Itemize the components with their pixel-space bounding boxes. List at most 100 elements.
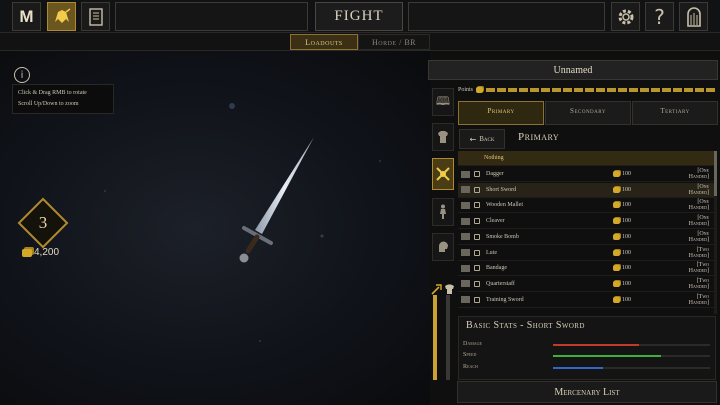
exit-button[interactable]	[679, 2, 708, 31]
list-item[interactable]: Lute 100 [Two Handed]	[458, 246, 715, 261]
weight-bar-weapons	[433, 295, 437, 380]
help-button[interactable]: ?	[645, 2, 674, 31]
item-cost-value: 100	[622, 249, 631, 256]
item-cost: 100	[613, 265, 677, 272]
item-cost: 100	[613, 280, 677, 287]
help-icon: ?	[654, 4, 665, 29]
list-item[interactable]: Quarterstaff 100 [Two Handed]	[458, 277, 715, 292]
tab-loadouts[interactable]: Loadouts	[290, 34, 358, 50]
item-handedness: [Two Handed]	[688, 293, 709, 306]
controls-hint: Click & Drag RMB to rotate Scroll Up/Dow…	[12, 84, 114, 114]
item-name: Bandage	[486, 265, 507, 272]
top-bar-right-slot	[408, 2, 605, 31]
loadout-name: Unnamed	[553, 64, 593, 76]
item-handedness: [One Handed]	[688, 183, 709, 196]
weapon-thumb-icon	[461, 217, 470, 225]
list-item[interactable]: Short Sword 100 [One Handed]	[458, 182, 715, 198]
item-cost: 100	[613, 296, 677, 303]
scroll-button[interactable]	[81, 2, 110, 31]
item-cost-value: 100	[622, 280, 631, 287]
weapon-thumb-icon	[461, 249, 470, 256]
lock-icon	[474, 249, 480, 256]
item-handedness: [One Handed]	[688, 230, 709, 243]
stat-label-reach: Reach	[463, 364, 478, 370]
logo-m-icon: M	[19, 6, 34, 26]
side-tab-head[interactable]	[432, 233, 454, 261]
level-number: 3	[38, 213, 48, 232]
item-cost-value: 100	[622, 186, 631, 193]
points-row: Points	[458, 84, 716, 96]
info-icon[interactable]: i	[14, 67, 30, 83]
tab-secondary[interactable]: Secondary	[545, 101, 631, 125]
list-item[interactable]: Bandage 100 [Two Handed]	[458, 261, 715, 277]
helmet-button[interactable]	[47, 2, 76, 31]
list-item-nothing[interactable]: Nothing	[458, 151, 715, 166]
fight-button[interactable]: FIGHT	[315, 2, 403, 31]
list-item[interactable]: Smoke Bomb 100 [One Handed]	[458, 230, 715, 245]
back-button[interactable]: ← Back	[459, 129, 505, 149]
item-handedness: [Two Handed]	[688, 262, 709, 275]
coin-icon	[613, 233, 620, 240]
hint-zoom: Scroll Up/Down to zoom	[18, 101, 79, 107]
side-tab-armor[interactable]	[432, 123, 454, 151]
item-cost-value: 100	[622, 202, 631, 209]
tab-tertiary[interactable]: Tertiary	[632, 101, 718, 125]
list-scroll-thumb[interactable]	[714, 151, 717, 196]
side-tab-character[interactable]	[432, 198, 454, 226]
item-handedness: [One Handed]	[688, 168, 709, 180]
stat-fill-reach	[553, 367, 604, 369]
item-name: Wooden Mallet	[486, 202, 524, 209]
list-item[interactable]: Wooden Mallet 100 [One Handed]	[458, 198, 715, 214]
stat-bar-reach	[553, 367, 710, 369]
helmet-icon	[54, 7, 70, 23]
mercenary-list-button[interactable]: Mercenary List	[457, 381, 717, 403]
top-bar-left-slot	[115, 2, 308, 31]
item-handedness: [One Handed]	[688, 199, 709, 212]
lock-icon	[474, 202, 480, 209]
weapon-thumb-icon	[461, 170, 470, 178]
settings-button[interactable]	[611, 2, 640, 31]
item-cost: 100	[613, 186, 677, 193]
lock-icon	[474, 280, 480, 287]
gear-icon	[618, 9, 633, 24]
item-cost-value: 100	[622, 233, 631, 240]
logo-m-button[interactable]: M	[12, 2, 41, 31]
lock-icon	[474, 186, 480, 193]
item-cost-value: 100	[622, 265, 631, 272]
gold-coin-icon	[22, 248, 32, 257]
mercenary-list-label: Mercenary List	[554, 386, 620, 398]
weapon-thumb-icon	[461, 186, 470, 194]
gold-display: 4,200	[22, 247, 59, 258]
lock-icon	[474, 171, 480, 177]
coin-icon	[613, 296, 620, 303]
stat-bar-damage	[553, 344, 710, 346]
list-item[interactable]: Cleaver 100 [One Handed]	[458, 214, 715, 230]
coin-icon	[613, 249, 620, 256]
back-arrow-icon: ←	[469, 134, 477, 144]
list-item[interactable]: Dagger 100 [One Handed]	[458, 167, 715, 182]
loadout-name-banner[interactable]: Unnamed	[428, 60, 718, 80]
weight-bar-armor	[446, 295, 450, 380]
coin-icon	[613, 171, 620, 177]
item-name: Short Sword	[486, 186, 517, 193]
tab-horde-br[interactable]: Horde / BR	[358, 34, 430, 50]
character-icon	[440, 204, 446, 219]
side-tab-weapons[interactable]	[432, 158, 454, 190]
weapon-thumb-icon	[461, 201, 470, 209]
weapon-list[interactable]: Nothing Dagger 100 [One Handed] Short Sword…	[458, 151, 715, 314]
list-item[interactable]: Training Sword 100 [Two Handed]	[458, 293, 715, 308]
lock-icon	[474, 265, 480, 272]
item-cost-value: 100	[622, 171, 631, 177]
item-handedness: [Two Handed]	[688, 277, 709, 290]
stat-bar-speed	[553, 355, 710, 357]
item-cost-value: 100	[622, 218, 631, 225]
points-coin-icon	[476, 87, 484, 93]
lock-icon	[474, 233, 480, 240]
side-tab-book[interactable]: 🕮	[432, 88, 454, 116]
nothing-label: Nothing	[484, 155, 504, 161]
item-cost-value: 100	[622, 296, 631, 303]
item-name: Smoke Bomb	[486, 233, 519, 240]
tab-primary[interactable]: Primary	[458, 101, 544, 125]
weapon-thumb-icon	[461, 280, 470, 288]
item-name: Dagger	[486, 171, 504, 177]
